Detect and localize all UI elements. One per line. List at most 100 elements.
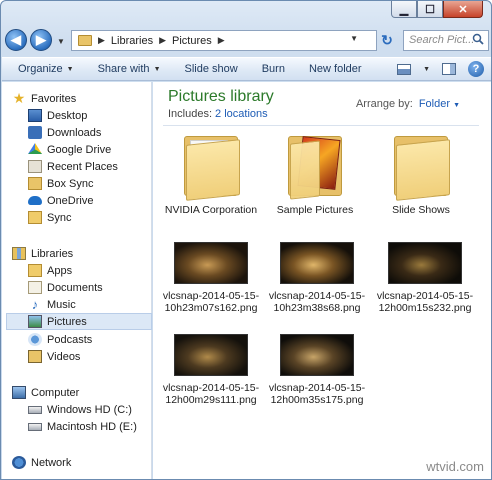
nav-label: Desktop	[47, 109, 88, 122]
folder-sample-pictures[interactable]: Sample Pictures	[265, 132, 365, 216]
cloud-icon	[28, 196, 42, 205]
nav-pictures[interactable]: Pictures	[6, 313, 152, 330]
address-bar[interactable]: ▶ Libraries ▶ Pictures ▶ ▼	[71, 30, 377, 51]
item-label: vlcsnap-2014-05-15-12h00m15s232.png	[376, 290, 474, 314]
nav-label: Favorites	[31, 92, 77, 105]
explorer-window: ▁ ☐ ✕ ◀ ▶ ▼ ▶ Libraries ▶ Pictures ▶ ▼ ↻…	[0, 0, 492, 480]
locations-link[interactable]: 2 locations	[215, 108, 268, 120]
search-icon	[472, 33, 484, 45]
arrange-label: Arrange by:	[355, 98, 413, 110]
library-folder-icon	[78, 35, 92, 46]
close-button[interactable]: ✕	[443, 1, 483, 18]
nav-label: Music	[47, 298, 76, 311]
search-input[interactable]: Search Pict...	[403, 30, 489, 51]
help-icon[interactable]: ?	[468, 61, 484, 77]
organize-label: Organize	[18, 63, 63, 75]
includes-label: Includes:	[168, 108, 213, 120]
file-thumbnail[interactable]: vlcsnap-2014-05-15-10h23m07s162.png	[161, 242, 261, 314]
burn-label: Burn	[261, 63, 285, 75]
nav-label: Downloads	[47, 126, 102, 139]
libraries-icon	[12, 247, 26, 260]
music-note-icon: ♪	[31, 297, 39, 312]
nav-label: Network	[31, 456, 72, 469]
chevron-down-icon: ▼	[66, 65, 74, 73]
breadcrumb-separator-icon[interactable]: ▶	[98, 35, 105, 46]
recent-pages-dropdown[interactable]: ▼	[57, 37, 65, 46]
view-dropdown-icon[interactable]: ▼	[423, 66, 430, 73]
nav-label: Recent Places	[47, 160, 118, 173]
preview-pane-icon[interactable]	[442, 63, 456, 75]
maximize-button[interactable]: ☐	[417, 1, 443, 18]
recent-places-icon	[28, 160, 42, 173]
hard-drive-icon	[28, 422, 42, 431]
image-thumbnail	[174, 334, 248, 376]
nav-favorites[interactable]: ★ Favorites	[12, 90, 160, 107]
nav-label: Google Drive	[47, 143, 112, 156]
desktop-icon	[28, 109, 42, 122]
folder-nvidia[interactable]: NVIDIA Corporation	[161, 132, 261, 216]
address-history-dropdown-icon[interactable]: ▼	[350, 34, 358, 43]
breadcrumb-separator-icon[interactable]: ▶	[159, 35, 166, 46]
nav-label: OneDrive	[47, 194, 94, 207]
nav-label: Sync	[47, 211, 72, 224]
refresh-icon: ↻	[381, 32, 393, 48]
nav-label: Apps	[47, 264, 73, 277]
file-thumbnail[interactable]: vlcsnap-2014-05-15-12h00m29s111.png	[161, 334, 261, 406]
documents-icon	[28, 281, 42, 294]
folder-slide-shows[interactable]: Slide Shows	[371, 132, 471, 216]
file-thumbnail[interactable]: vlcsnap-2014-05-15-10h23m38s68.png	[267, 242, 367, 314]
change-view-icon[interactable]	[397, 63, 412, 75]
watermark: wtvid.com	[426, 459, 484, 474]
item-label: vlcsnap-2014-05-15-10h23m38s68.png	[268, 290, 366, 314]
folder-icon	[28, 264, 42, 277]
back-arrow-icon: ◀	[11, 32, 21, 47]
organize-button[interactable]: Organize ▼	[18, 63, 74, 75]
file-thumbnail[interactable]: vlcsnap-2014-05-15-12h00m15s232.png	[375, 242, 475, 314]
videos-icon	[28, 350, 42, 363]
file-thumbnail[interactable]: vlcsnap-2014-05-15-12h00m35s175.png	[267, 334, 367, 406]
nav-label: Podcasts	[47, 333, 93, 346]
new-folder-button[interactable]: New folder	[309, 63, 362, 75]
nav-label: Macintosh HD (E:)	[47, 420, 137, 433]
nav-label: Pictures	[47, 315, 87, 328]
slide-show-label: Slide show	[184, 63, 238, 75]
share-with-label: Share with	[97, 63, 150, 75]
share-with-button[interactable]: Share with ▼	[98, 63, 161, 75]
podcast-icon	[28, 333, 42, 346]
nav-computer[interactable]: Computer	[12, 384, 160, 401]
arrange-by: Arrange by: Folder ▼	[356, 98, 460, 110]
nav-libraries[interactable]: Libraries	[12, 245, 160, 262]
search-placeholder: Search Pict...	[409, 34, 475, 46]
chevron-down-icon: ▼	[153, 65, 161, 73]
burn-button[interactable]: Burn	[262, 63, 285, 75]
page-title: Pictures library	[168, 88, 274, 105]
item-label: NVIDIA Corporation	[164, 204, 258, 216]
item-label: vlcsnap-2014-05-15-10h23m07s162.png	[162, 290, 260, 314]
google-drive-icon	[28, 143, 42, 155]
nav-label: Box Sync	[47, 177, 94, 190]
arrange-by-dropdown[interactable]: Folder ▼	[419, 98, 460, 110]
slide-show-button[interactable]: Slide show	[185, 63, 238, 75]
forward-arrow-icon: ▶	[36, 32, 46, 47]
computer-icon	[12, 386, 26, 399]
new-folder-label: New folder	[308, 63, 362, 75]
breadcrumb-pictures[interactable]: Pictures	[172, 35, 212, 47]
nav-network[interactable]: Network	[12, 454, 160, 471]
command-bar: Organize ▼ Share with ▼ Slide show Burn Ne…	[2, 57, 491, 81]
minimize-button[interactable]: ▁	[391, 1, 417, 18]
refresh-button[interactable]: ↻	[379, 32, 395, 48]
forward-button[interactable]: ▶	[30, 29, 52, 51]
nav-label: Computer	[31, 386, 80, 399]
breadcrumb-separator-icon[interactable]: ▶	[218, 35, 225, 46]
breadcrumb-libraries[interactable]: Libraries	[111, 35, 153, 47]
folder-icon	[280, 132, 350, 200]
folder-icon	[28, 177, 42, 190]
image-thumbnail	[280, 334, 354, 376]
pictures-icon	[28, 315, 42, 328]
divider	[163, 125, 479, 126]
caption-buttons: ▁ ☐ ✕	[391, 1, 483, 19]
star-icon: ★	[12, 90, 26, 106]
folder-icon	[28, 211, 42, 224]
image-thumbnail	[388, 242, 462, 284]
back-button[interactable]: ◀	[5, 29, 27, 51]
